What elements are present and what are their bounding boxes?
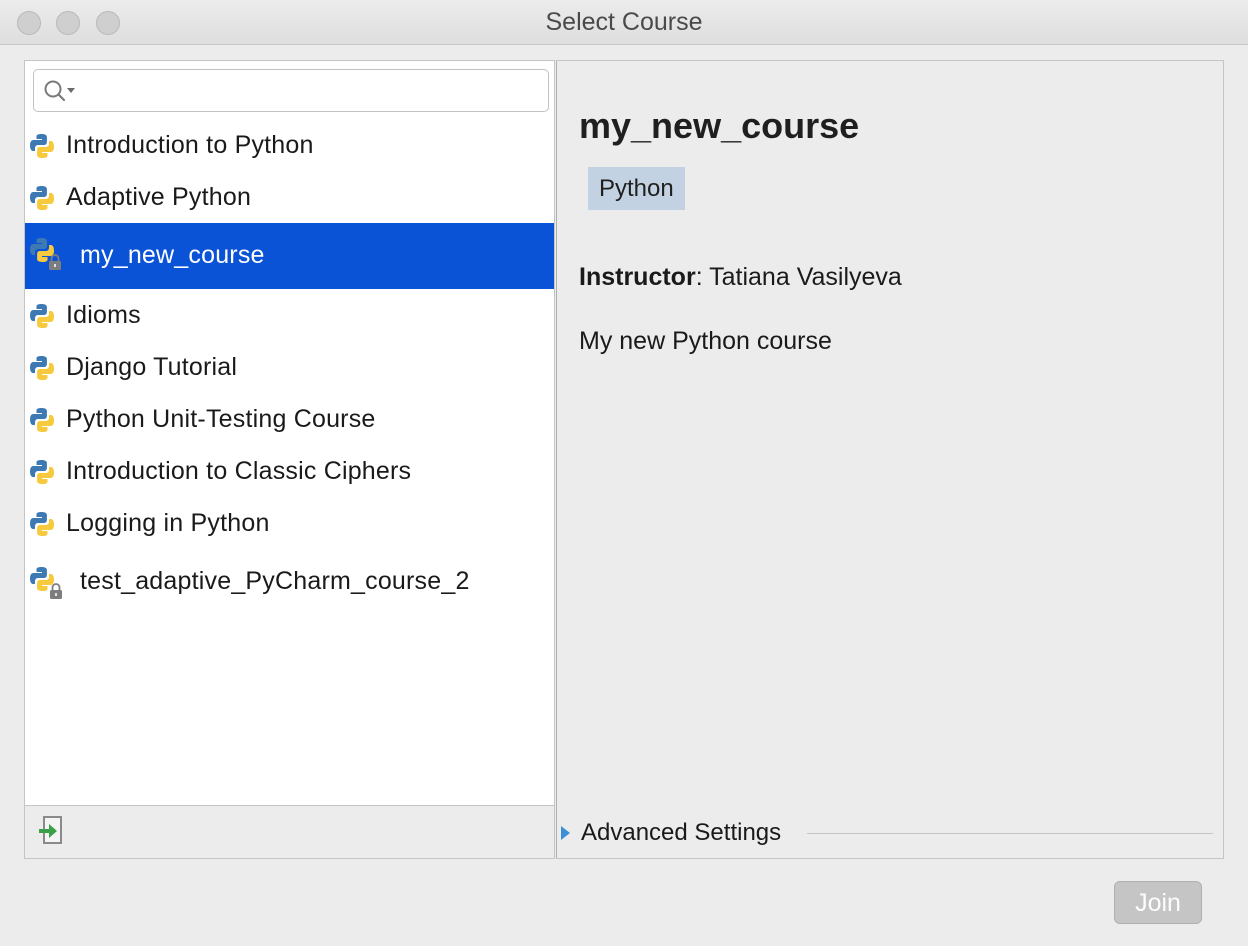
language-tag: Python	[588, 167, 685, 210]
course-item-classic-ciphers[interactable]: Introduction to Classic Ciphers	[25, 445, 554, 497]
join-button[interactable]: Join	[1114, 881, 1202, 924]
import-course-icon[interactable]	[37, 815, 65, 845]
course-item-my-new-course[interactable]: my_new_course	[25, 223, 554, 289]
python-icon	[30, 186, 54, 210]
course-item-test-adaptive-pycharm[interactable]: test_adaptive_PyCharm_course_2	[25, 549, 554, 609]
instructor-name: : Tatiana Vasilyeva	[695, 263, 902, 291]
advanced-settings-toggle[interactable]: Advanced Settings	[561, 819, 1213, 851]
instructor-label: Instructor	[579, 263, 696, 291]
course-label: test_adaptive_PyCharm_course_2	[80, 567, 470, 595]
advanced-settings-label[interactable]: Advanced Settings	[581, 819, 781, 847]
course-label: Introduction to Python	[66, 131, 314, 159]
search-field[interactable]	[33, 69, 549, 112]
course-label: Introduction to Classic Ciphers	[66, 457, 412, 485]
python-icon	[30, 134, 54, 158]
python-icon	[30, 512, 54, 536]
course-list: Introduction to Python Adaptive Python m…	[25, 119, 554, 609]
python-icon	[30, 408, 54, 432]
search-icon[interactable]	[43, 79, 77, 103]
course-list-panel: Introduction to Python Adaptive Python m…	[24, 60, 555, 859]
instructor-line: Instructor: Tatiana Vasilyeva	[579, 263, 902, 292]
lock-icon	[50, 583, 62, 599]
course-details-panel: my_new_course Python Instructor: Tatiana…	[556, 60, 1224, 859]
course-label: Logging in Python	[66, 509, 270, 537]
course-list-toolbar	[25, 805, 554, 858]
lock-icon	[49, 254, 61, 270]
course-description: My new Python course	[579, 327, 832, 355]
course-item-logging-in-python[interactable]: Logging in Python	[25, 497, 554, 549]
python-icon	[30, 460, 54, 484]
course-label: Python Unit-Testing Course	[66, 405, 376, 433]
course-item-python-unit-testing[interactable]: Python Unit-Testing Course	[25, 393, 554, 445]
disclosure-triangle-icon[interactable]	[561, 826, 570, 840]
python-icon	[30, 304, 54, 328]
title-bar: Select Course	[0, 0, 1248, 45]
course-label: Adaptive Python	[66, 183, 252, 211]
course-item-django-tutorial[interactable]: Django Tutorial	[25, 341, 554, 393]
course-label: Django Tutorial	[66, 353, 238, 381]
search-input[interactable]	[78, 74, 542, 109]
course-title: my_new_course	[579, 105, 860, 146]
python-icon	[30, 356, 54, 380]
course-label: Idioms	[66, 301, 141, 329]
course-item-adaptive-python[interactable]: Adaptive Python	[25, 171, 554, 223]
course-item-idioms[interactable]: Idioms	[25, 289, 554, 341]
separator-line	[807, 833, 1213, 834]
window-title: Select Course	[545, 8, 703, 36]
course-label: my_new_course	[80, 241, 265, 269]
course-item-introduction-to-python[interactable]: Introduction to Python	[25, 119, 554, 171]
